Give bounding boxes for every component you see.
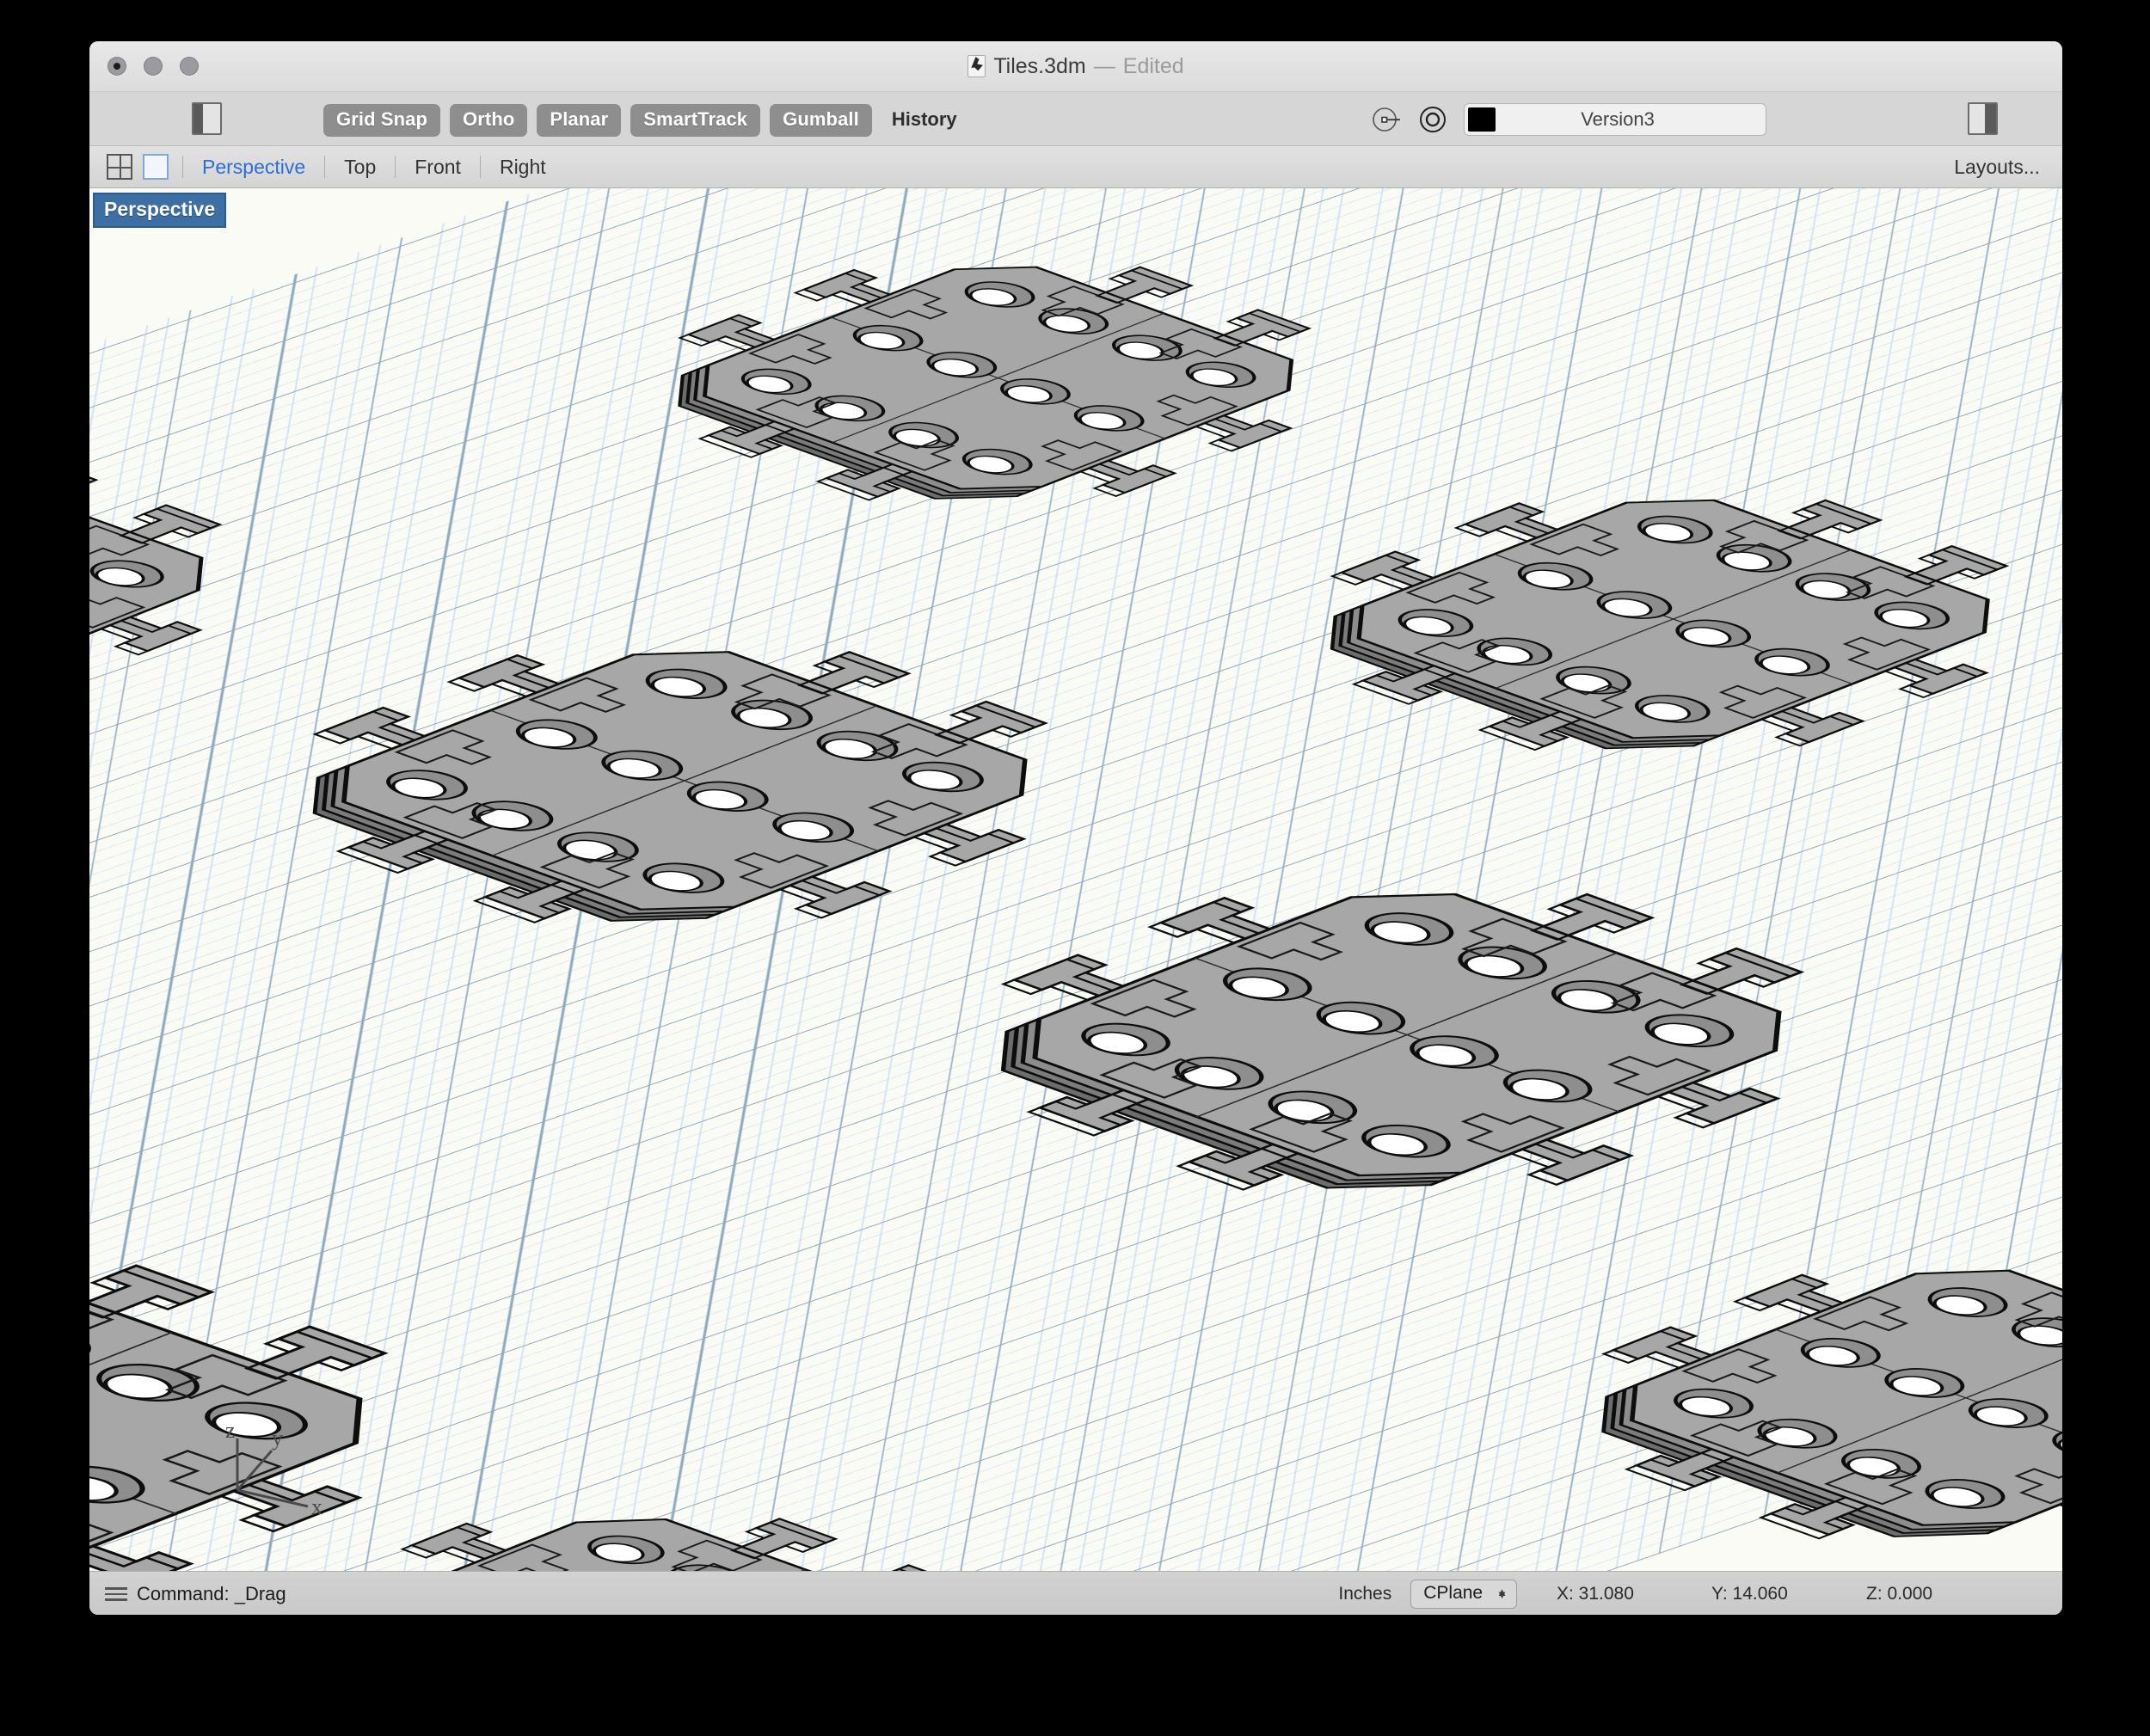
- coord-z: Z: 0.000: [1866, 1584, 1933, 1604]
- left-sidebar-toggle[interactable]: [187, 102, 226, 135]
- axis-label-x: x: [311, 1494, 322, 1518]
- mode-toggle-planar[interactable]: Planar: [537, 104, 622, 137]
- command-area[interactable]: Command: _Drag: [105, 1583, 286, 1605]
- window-title-filename: Tiles.3dm: [993, 53, 1086, 78]
- tile-partial-right-edge[interactable]: [1462, 1211, 2062, 1571]
- mode-toggle-history[interactable]: History: [882, 104, 968, 137]
- modes-group: Grid Snap Ortho Planar SmartTrack Gumbal…: [323, 104, 968, 137]
- mode-toggle-ortho[interactable]: Ortho: [450, 104, 528, 137]
- four-viewport-layout-icon[interactable]: [107, 154, 132, 180]
- perspective-viewport[interactable]: Perspective z y x: [89, 188, 2062, 1571]
- tile-partial-top-left[interactable]: [89, 406, 349, 755]
- units-label[interactable]: Inches: [1338, 1584, 1391, 1604]
- axis-label-y: y: [272, 1426, 283, 1451]
- tab-divider: [479, 156, 481, 178]
- cplane-selector[interactable]: CPlane ▲ ▼: [1410, 1580, 1517, 1609]
- coord-x: X: 31.080: [1557, 1584, 1634, 1604]
- right-sidebar-toggle[interactable]: [1963, 102, 2002, 135]
- tile-right[interactable]: [1199, 445, 2062, 798]
- coord-y: Y: 14.060: [1711, 1584, 1788, 1604]
- status-right-group: Inches CPlane ▲ ▼ X: 31.080 Y: 14.060 Z: …: [1338, 1580, 2021, 1609]
- single-viewport-layout-icon[interactable]: [143, 154, 169, 180]
- left-sidebar-toggle-icon: [191, 102, 222, 135]
- axis-label-z: z: [225, 1423, 236, 1443]
- layer-name: Version3: [1581, 108, 1655, 130]
- main-toolbar: Grid Snap Ortho Planar SmartTrack Gumbal…: [89, 92, 2062, 146]
- mode-toggle-gumball[interactable]: Gumball: [770, 104, 872, 137]
- layouts-button[interactable]: Layouts...: [1954, 156, 2040, 179]
- tab-divider: [324, 156, 326, 178]
- cplane-label: CPlane: [1423, 1583, 1484, 1603]
- tab-divider: [182, 156, 183, 178]
- chevron-updown-icon: ▲ ▼: [1496, 1585, 1508, 1601]
- mode-toggle-smarttrack[interactable]: SmartTrack: [630, 104, 761, 137]
- layout-icons-group: [107, 154, 169, 180]
- tab-divider: [395, 156, 396, 178]
- layer-selector[interactable]: Version3: [1464, 103, 1766, 136]
- tab-right[interactable]: Right: [494, 156, 551, 179]
- mode-toggle-grid-snap[interactable]: Grid Snap: [323, 104, 441, 137]
- layer-color-swatch[interactable]: [1468, 107, 1496, 132]
- rhino-document-icon: [968, 55, 986, 77]
- rhino-main-window: Tiles.3dm — Edited Grid Snap Ortho Plana…: [89, 41, 2062, 1615]
- model-objects: [89, 188, 2062, 1571]
- right-sidebar-toggle-icon: [1967, 102, 1998, 135]
- tile-bottom-center[interactable]: [846, 828, 1957, 1246]
- osnap-target-icon[interactable]: [1371, 104, 1402, 135]
- viewport-tab-bar: Perspective Top Front Right Layouts...: [89, 146, 2062, 188]
- tile-left[interactable]: [171, 592, 1189, 974]
- tab-front[interactable]: Front: [409, 156, 466, 179]
- tile-top-center[interactable]: [556, 215, 1432, 545]
- command-text: Command: _Drag: [137, 1583, 286, 1604]
- tab-top[interactable]: Top: [339, 156, 381, 179]
- axis-indicator: z y x: [225, 1423, 322, 1518]
- tab-perspective[interactable]: Perspective: [197, 156, 310, 179]
- window-title-bar: Tiles.3dm — Edited: [89, 41, 2062, 92]
- window-title-edited-state: Edited: [1122, 53, 1184, 78]
- window-title: Tiles.3dm — Edited: [89, 41, 2062, 91]
- hamburger-menu-icon[interactable]: [105, 1587, 127, 1601]
- toolbar-right-group: Version3: [1371, 103, 1766, 136]
- window-title-dash: —: [1093, 53, 1115, 78]
- status-bar: Command: _Drag Inches CPlane ▲ ▼ X: 31.08…: [89, 1571, 2062, 1615]
- record-history-icon[interactable]: [1417, 104, 1448, 135]
